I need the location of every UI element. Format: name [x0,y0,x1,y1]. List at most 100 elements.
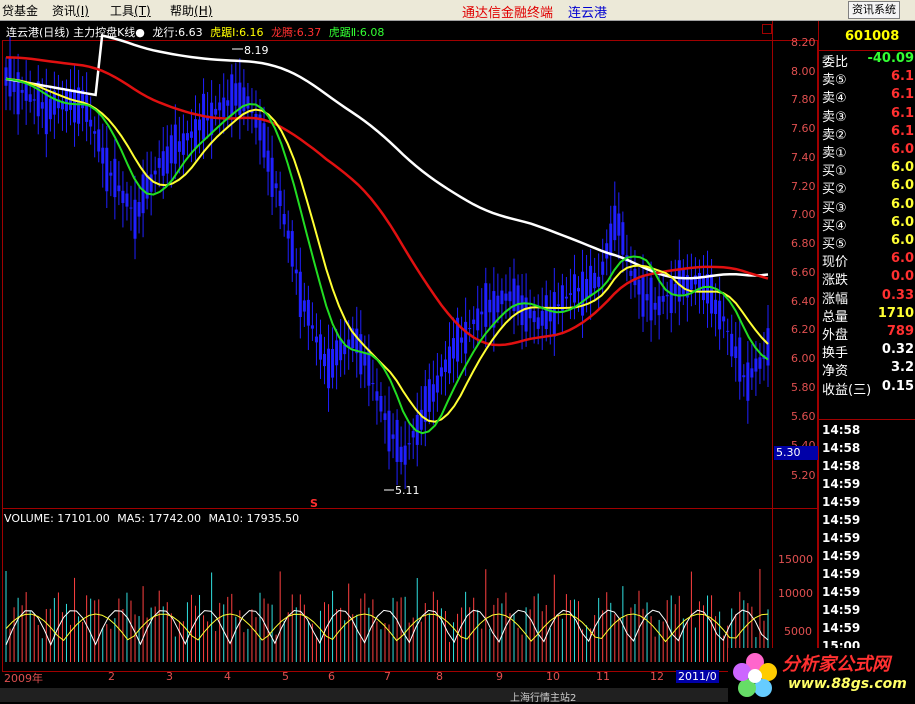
low-price-label: 5.11 [395,484,420,497]
candle-body [657,296,661,316]
ma-short-line [5,77,769,423]
candle-body [189,131,193,138]
candle-body [290,231,294,267]
candle-body [605,243,609,259]
candle-body [411,431,415,438]
candle-body [689,277,693,290]
candle-body [706,274,710,304]
tick-time: 14:59 [822,567,861,581]
candle-body [585,278,589,299]
quote-row-label: 卖② [822,127,847,143]
candle-body [637,279,641,295]
candle-body [496,295,500,313]
current-price-tag: 5.30 [774,446,820,460]
quote-row: 卖② 6.1 [822,124,914,143]
quote-row-value: 6.0 [890,178,914,194]
candle-body [335,340,339,366]
candle-body [153,170,157,175]
candle-body [439,367,443,377]
candle-body [198,119,202,131]
candle-body [617,213,621,236]
price-tick: 7.60 [791,122,816,135]
quote-row-label: 卖④ [822,91,847,107]
quote-row: 买⑤ 6.0 [822,233,914,252]
stock-code[interactable]: 601008 [845,29,899,44]
candle-body [464,321,468,354]
month-label: 2009年 [4,672,43,685]
candle-body [488,299,492,313]
quote-row-value: 6.0 [890,142,914,157]
candle-body [149,174,153,192]
candle-body [750,368,754,378]
tick-time: 14:59 [822,549,861,563]
candle-body [161,151,165,176]
tick-time: 14:59 [822,585,861,599]
quote-row-value: 6.0 [890,160,914,176]
quote-row-value: 0.32 [881,342,914,358]
tick-time: 14:59 [822,621,861,635]
candle-body [532,310,536,323]
quote-row-label: 收益(三) [822,382,872,398]
quote-row-label: 总量 [822,309,849,325]
candle-body [165,146,169,174]
candle-body [306,299,310,326]
candle-body [447,346,451,374]
candle-body [226,100,230,106]
candle-body [48,98,52,120]
price-tick: 6.60 [791,266,816,279]
candle-body [40,102,44,109]
candle-body [560,285,564,311]
candle-body [673,284,677,296]
candle-body [28,94,32,102]
candle-body [230,74,234,116]
candle-body [177,141,181,152]
candle-body [242,87,246,112]
price-tick: 5.60 [791,410,816,423]
candle-body [32,99,36,101]
candle-body [726,330,730,332]
month-label: 5 [282,670,289,683]
candle-body [125,193,129,207]
candle-body [222,97,226,117]
candle-body [435,375,439,393]
quote-row-label: 买① [822,164,847,180]
price-tick: 7.00 [791,208,816,221]
quote-row: 涨跌 0.0 [822,269,914,288]
candle-body [403,445,407,465]
candle-body [423,386,427,422]
candle-body [722,316,726,322]
candle-body [480,311,484,315]
quote-row-label: 买④ [822,218,847,234]
tick-time: 14:59 [822,495,861,509]
candle-body [262,123,266,158]
site-logo: 分析家公式网 www.88gs.com [728,648,915,702]
candle-body [85,95,89,122]
candle-body [302,300,306,312]
candle-body [427,379,431,412]
candle-body [387,410,391,452]
candle-body [113,158,117,198]
quote-row-label: 卖① [822,146,847,161]
candle-body [395,419,399,462]
candle-body [508,291,512,302]
price-tick: 6.40 [791,295,816,308]
price-tick: 6.80 [791,237,816,250]
candle-body [4,67,8,86]
candle-body [754,358,758,372]
candle-body [363,352,367,366]
quote-row-value: 0.0 [890,269,914,285]
candle-body [89,119,93,127]
candle-body [681,269,685,295]
candle-body [540,310,544,326]
candle-body [407,443,411,445]
price-tick: 6.20 [791,323,816,336]
candle-body [613,205,617,241]
candle-body [484,283,488,327]
candle-body [121,190,125,204]
price-tick: 7.20 [791,180,816,193]
month-label-current: 2011/0 [676,670,719,683]
quote-row-label: 现价 [822,255,849,271]
candle-body [193,119,197,149]
candle-body [476,308,480,331]
quote-row: 外盘 789 [822,324,914,343]
